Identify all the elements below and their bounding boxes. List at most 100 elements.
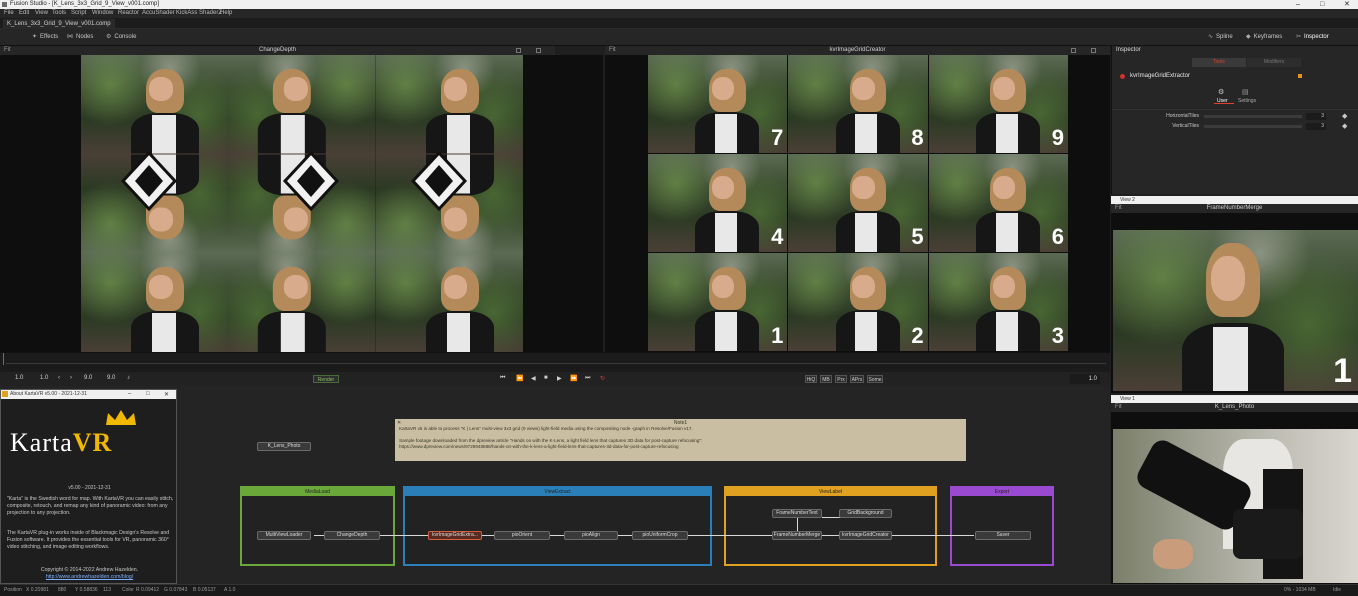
group-export-title: Export bbox=[952, 488, 1052, 496]
photo-tile: 4 bbox=[648, 154, 788, 252]
play-reverse-icon[interactable]: ◀ bbox=[531, 375, 536, 382]
view1-image bbox=[1113, 429, 1358, 583]
go-to-start-icon[interactable]: ⏮ bbox=[500, 375, 505, 382]
sticky-note[interactable]: ✕ Note1 KartaVR v5 is able to process "K… bbox=[395, 419, 966, 461]
photo-shirt bbox=[995, 311, 1018, 351]
menu-kickass-shaderz[interactable]: KickAss ShaderZ bbox=[176, 9, 222, 18]
tab-modifiers[interactable]: Modifiers bbox=[1247, 58, 1301, 67]
playhead[interactable] bbox=[3, 353, 4, 365]
about-link[interactable]: http://www.andrewhazelden.com/blog/ bbox=[7, 574, 172, 581]
selective-update-toggle[interactable]: Some bbox=[867, 375, 883, 383]
viewer-lut-icon[interactable] bbox=[1091, 48, 1096, 53]
view2-window: View 2 Fit FrameNumberMerge 1 bbox=[1111, 196, 1358, 393]
subtab-settings[interactable]: Settings bbox=[1238, 98, 1256, 104]
right-viewer[interactable]: 7 8 9 4 5 6 1 2 3 bbox=[605, 55, 1110, 352]
menu-window[interactable]: Window bbox=[92, 9, 113, 18]
play-icon[interactable]: ▶ bbox=[557, 375, 562, 382]
menu-view[interactable]: View bbox=[35, 9, 48, 18]
keyframes-button[interactable]: ◆ Keyframes bbox=[1246, 32, 1282, 43]
node-saver[interactable]: Saver bbox=[975, 531, 1031, 540]
tile-number-label: 6 bbox=[1051, 224, 1064, 249]
auto-proxy-toggle[interactable]: APrx bbox=[850, 375, 864, 383]
node-tint-icon[interactable] bbox=[1298, 74, 1302, 78]
inspector-node-name: kvrImageGridExtractor bbox=[1130, 73, 1191, 79]
about-close-button[interactable]: ✕ bbox=[164, 391, 169, 398]
view1-title: K_Lens_Photo bbox=[1214, 404, 1255, 410]
status-color-label: Color bbox=[122, 587, 134, 593]
maximize-button[interactable]: □ bbox=[1320, 0, 1324, 9]
node-pio-uniform-crop[interactable]: pioUniformCrop bbox=[632, 531, 688, 540]
time-ruler[interactable] bbox=[0, 352, 1110, 372]
param-value[interactable]: 3 bbox=[1306, 123, 1326, 130]
photo-shirt bbox=[151, 312, 176, 353]
menu-file[interactable]: File bbox=[4, 9, 14, 18]
console-button[interactable]: ⚙ Console bbox=[106, 32, 136, 43]
menu-edit[interactable]: Edit bbox=[19, 9, 29, 18]
close-button[interactable]: ✕ bbox=[1344, 0, 1350, 9]
node-k-lens-photo[interactable]: K_Lens_Photo bbox=[257, 442, 311, 451]
stop-icon[interactable]: ■ bbox=[544, 375, 548, 381]
menu-tools[interactable]: Tools bbox=[52, 9, 66, 18]
node-frame-number-merge[interactable]: FrameNumberMerge bbox=[772, 531, 822, 540]
tab-tools[interactable]: Tools bbox=[1192, 58, 1246, 67]
node-multiview-loader[interactable]: MultiViewLoader bbox=[257, 531, 311, 540]
fast-forward-icon[interactable]: ⏩ bbox=[570, 375, 577, 382]
rewind-icon[interactable]: ⏪ bbox=[516, 375, 523, 382]
console-icon: ⚙ bbox=[106, 34, 112, 40]
photo-tile bbox=[375, 253, 524, 353]
inspector-button[interactable]: ✂ Inspector bbox=[1296, 32, 1329, 43]
node-changedepth[interactable]: ChangeDepth bbox=[324, 531, 380, 540]
global-end-field[interactable]: 9.0 bbox=[107, 375, 115, 381]
about-maximize-button[interactable]: □ bbox=[146, 391, 150, 397]
tile-number-label: 9 bbox=[1051, 125, 1064, 150]
loop-icon[interactable]: ↻ bbox=[600, 375, 605, 382]
about-minimize-button[interactable]: – bbox=[128, 391, 131, 397]
tab-composition[interactable]: K_Lens_3x3_Grid_9_View_v001.comp bbox=[3, 19, 115, 29]
audio-icon[interactable]: ♪ bbox=[127, 375, 130, 381]
param-value[interactable]: 3 bbox=[1306, 113, 1326, 120]
menu-accushader[interactable]: AccuShader bbox=[142, 9, 175, 18]
step-back-icon[interactable]: ‹ bbox=[58, 375, 60, 381]
group-mediaload[interactable]: MediaLoad bbox=[240, 486, 395, 566]
current-frame-field[interactable]: 1.0 bbox=[1070, 374, 1100, 384]
param-keyframe-icon[interactable]: ◆ bbox=[1342, 112, 1347, 121]
node-pio-align[interactable]: pioAlign bbox=[564, 531, 618, 540]
param-slider[interactable] bbox=[1204, 125, 1302, 128]
node-kvr-image-grid-extractor[interactable]: kvrImageGridExtra... bbox=[428, 531, 482, 540]
viewer-options-icon[interactable] bbox=[1071, 48, 1076, 53]
step-forward-icon[interactable]: › bbox=[70, 375, 72, 381]
status-position-label: Position bbox=[4, 587, 22, 593]
effects-button[interactable]: ✦ Effects bbox=[32, 32, 58, 43]
menu-script[interactable]: Script bbox=[71, 9, 86, 18]
render-start-field[interactable]: 1.0 bbox=[40, 375, 48, 381]
node-kvr-image-grid-creator[interactable]: kvrImageGridCreator bbox=[839, 531, 892, 540]
param-slider[interactable] bbox=[1204, 115, 1302, 118]
right-viewer-header: Fit kvrImageGridCreator bbox=[605, 46, 1110, 55]
global-start-field[interactable]: 1.0 bbox=[15, 375, 23, 381]
hiq-toggle[interactable]: HiQ bbox=[805, 375, 817, 383]
menu-reactor[interactable]: Reactor bbox=[118, 9, 139, 18]
minimize-button[interactable]: – bbox=[1296, 0, 1300, 9]
viewer-lut-icon[interactable] bbox=[536, 48, 541, 53]
proxy-toggle[interactable]: Prx bbox=[835, 375, 847, 383]
nodes-button[interactable]: ⋈ Nodes bbox=[67, 32, 93, 43]
node-pio-orient[interactable]: pioOrient bbox=[494, 531, 550, 540]
spline-button[interactable]: ∿ Spline bbox=[1208, 32, 1233, 43]
group-export[interactable]: Export bbox=[950, 486, 1054, 566]
node-grid-background[interactable]: GridBackground bbox=[839, 509, 892, 518]
node-frame-number-text[interactable]: FrameNumberText bbox=[772, 509, 822, 518]
view2-header: Fit FrameNumberMerge bbox=[1111, 204, 1358, 213]
motion-blur-toggle[interactable]: MB bbox=[820, 375, 832, 383]
effects-label: Effects bbox=[40, 34, 59, 40]
group-mediaload-title: MediaLoad bbox=[242, 488, 393, 496]
param-keyframe-icon[interactable]: ◆ bbox=[1342, 122, 1347, 131]
render-end-field[interactable]: 9.0 bbox=[84, 375, 92, 381]
group-viewlabel[interactable]: ViewLabel bbox=[724, 486, 937, 566]
group-viewextract[interactable]: ViewExtract bbox=[403, 486, 712, 566]
menu-help[interactable]: Help bbox=[220, 9, 232, 18]
render-button[interactable]: Render bbox=[313, 375, 339, 383]
go-to-end-icon[interactable]: ⏭ bbox=[585, 375, 590, 382]
left-viewer[interactable] bbox=[0, 55, 603, 353]
viewer-options-icon[interactable] bbox=[516, 48, 521, 53]
window-titlebar: Fusion Studio - [K_Lens_3x3_Grid_9_View_… bbox=[0, 0, 1358, 9]
